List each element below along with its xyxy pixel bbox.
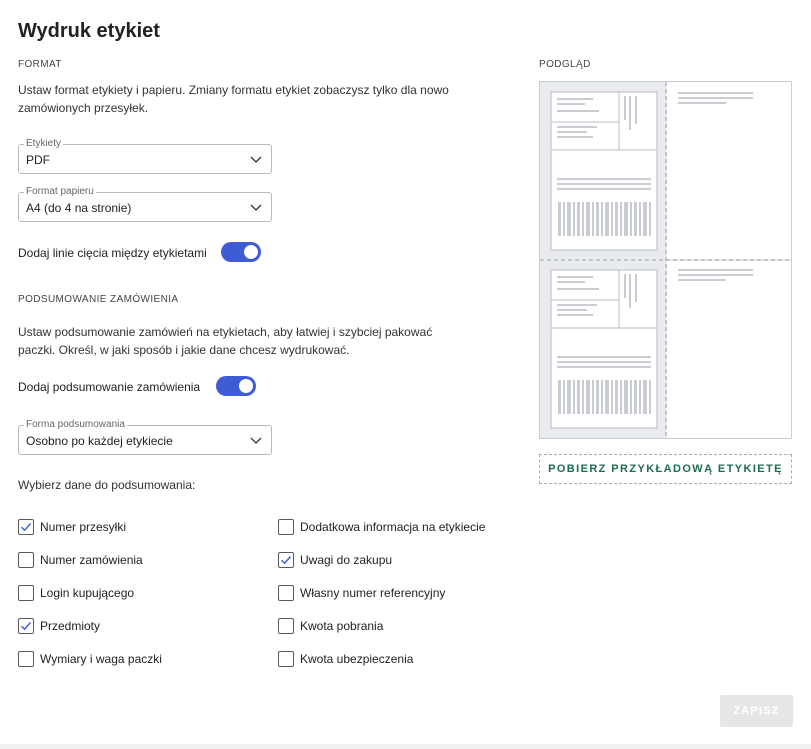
page-title: Wydruk etykiet [18,20,160,42]
checkbox-box[interactable] [18,552,34,568]
format-description: Ustaw format etykiety i papieru. Zmiany … [18,83,449,115]
checkbox-label: Własny numer referencyjny [300,586,446,600]
format-heading: FORMAT [18,59,62,70]
paper-format-select-label: Format papieru [24,186,96,198]
add-summary-label: Dodaj podsumowanie zamówienia [18,380,201,394]
checkbox-box[interactable] [18,651,34,667]
checkbox-box[interactable] [278,519,294,535]
summary-form-select[interactable]: Forma podsumowania Osobno po każdej etyk… [18,419,272,455]
add-summary-toggle[interactable] [216,376,256,396]
download-sample-label-button[interactable]: POBIERZ PRZYKŁADOWĄ ETYKIETĘ [539,454,792,484]
summary-form-select-value: Osobno po każdej etykiecie [26,434,173,448]
check-icon [281,556,292,565]
checkbox-label: Wymiary i waga paczki [40,652,162,666]
checkbox-label: Przedmioty [40,619,101,633]
labels-select[interactable]: Etykiety PDF [18,138,272,174]
checkbox-box[interactable] [18,618,34,634]
save-button[interactable]: ZAPISZ [720,695,793,727]
checkbox-box[interactable] [278,651,294,667]
labels-select-value: PDF [26,153,50,167]
summary-heading: PODSUMOWANIE ZAMÓWIENIA [18,294,179,305]
cut-lines-toggle[interactable] [221,242,261,262]
paper-format-select-value: A4 (do 4 na stronie) [26,201,132,215]
bottom-divider [0,744,811,749]
checkbox-box[interactable] [18,585,34,601]
check-icon [21,622,32,631]
checkbox-label: Numer przesyłki [40,520,127,534]
checkbox-box[interactable] [278,552,294,568]
checkbox-label: Dodatkowa informacja na etykiecie [300,520,486,534]
preview-heading: PODGLĄD [539,59,591,70]
label-preview [539,81,792,439]
summary-form-select-label: Forma podsumowania [24,419,127,431]
paper-format-select[interactable]: Format papieru A4 (do 4 na stronie) [18,186,272,222]
checkbox-box[interactable] [18,519,34,535]
labels-select-label: Etykiety [24,138,64,150]
checkbox-label: Uwagi do zakupu [300,553,393,567]
chevron-down-icon [250,156,262,163]
label-preview-image [540,82,791,438]
checkbox-label: Login kupującego [40,586,135,600]
checkbox-box[interactable] [278,618,294,634]
toggle-knob [244,245,258,259]
toggle-knob [239,379,253,393]
chevron-down-icon [250,437,262,444]
cut-lines-label: Dodaj linie cięcia między etykietami [18,246,207,260]
checkbox-label: Numer zamówienia [40,553,143,567]
checkbox-label: Kwota ubezpieczenia [300,652,414,666]
checkbox-label: Kwota pobrania [300,619,384,633]
checkbox-box[interactable] [278,585,294,601]
chevron-down-icon [250,204,262,211]
summary-description: Ustaw podsumowanie zamówień na etykietac… [18,325,433,357]
check-icon [21,523,32,532]
choose-data-label: Wybierz dane do podsumowania: [18,478,196,492]
